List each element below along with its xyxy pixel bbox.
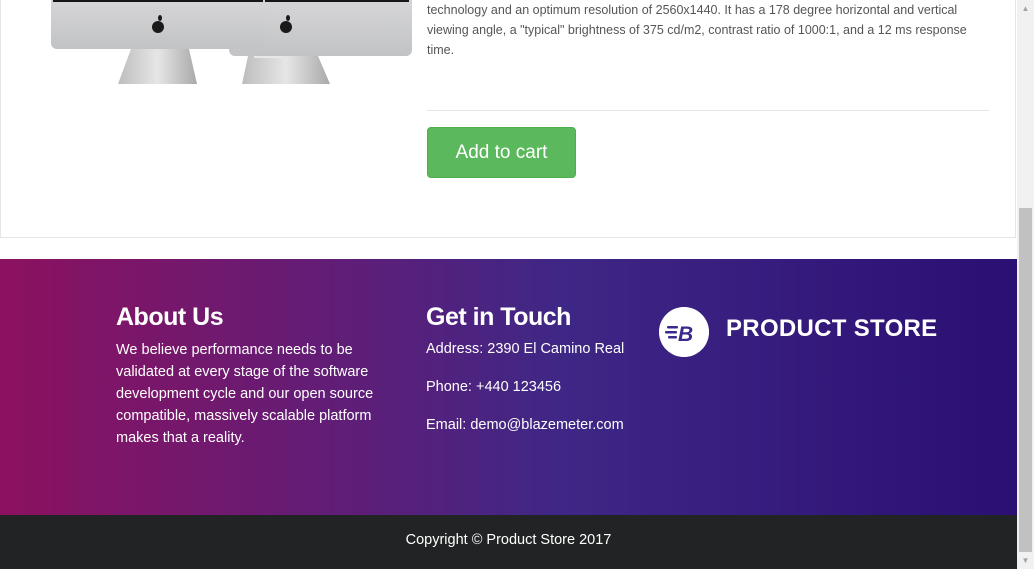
page: LED Cinema Display features a 27-inch gl…: [0, 0, 1017, 569]
divider: [427, 110, 989, 111]
contact-address: Address: 2390 El Camino Real: [426, 341, 625, 357]
scroll-thumb[interactable]: [1019, 208, 1032, 552]
about-us-text: We believe performance needs to be valid…: [116, 342, 374, 446]
contact-phone: Phone: +440 123456: [426, 379, 562, 395]
brand-name: PRODUCT STORE: [726, 315, 938, 342]
scroll-up-icon[interactable]: ▲: [1017, 0, 1034, 17]
brand-logo-letter: B: [678, 323, 693, 346]
add-to-cart-button[interactable]: Add to cart: [427, 127, 576, 178]
scrollbar[interactable]: ▲ ▼: [1017, 0, 1034, 569]
about-us-title: About Us: [116, 303, 224, 331]
get-in-touch-title: Get in Touch: [426, 303, 571, 331]
contact-email: Email: demo@blazemeter.com: [426, 417, 624, 433]
copyright-bar: Copyright © Product Store 2017: [0, 515, 1017, 569]
product-image: [51, 0, 412, 84]
scroll-down-icon[interactable]: ▼: [1017, 552, 1034, 569]
footer: About Us We believe performance needs to…: [0, 259, 1017, 515]
product-description: LED Cinema Display features a 27-inch gl…: [427, 3, 967, 57]
brand-logo-icon: B: [659, 307, 709, 357]
product-panel: LED Cinema Display features a 27-inch gl…: [0, 0, 1016, 238]
copyright-text: Copyright © Product Store 2017: [405, 532, 612, 548]
